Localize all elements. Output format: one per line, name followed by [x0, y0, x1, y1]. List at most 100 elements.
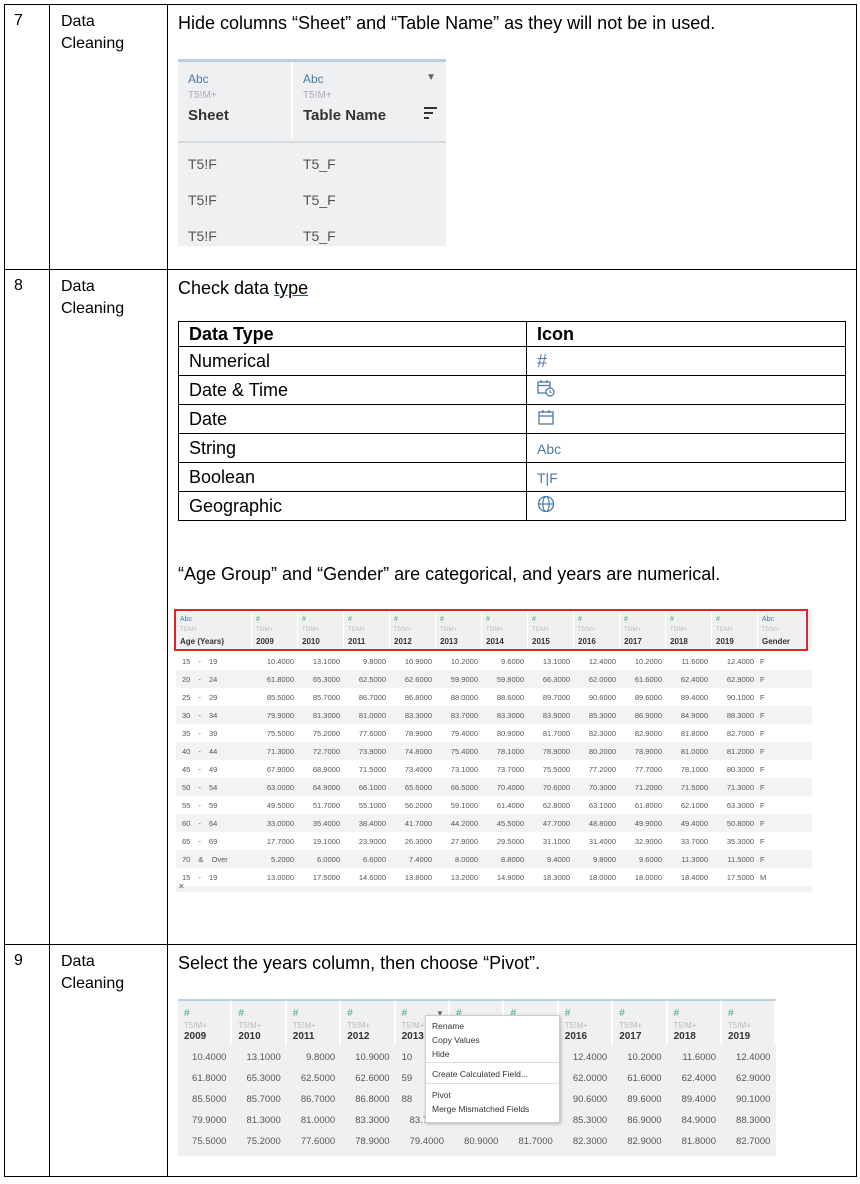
table-cell: 12.4000 [726, 657, 754, 666]
table-cell: 12.4000 [588, 657, 616, 666]
table-cell: 78.9000 [355, 1136, 390, 1147]
table-cell: 10.4000 [192, 1052, 227, 1063]
source-label: T5!M+ [673, 1021, 697, 1030]
step-category: Data Cleaning [61, 953, 125, 992]
close-icon[interactable]: ✕ [178, 882, 185, 891]
table-cell: 14.6000 [358, 873, 386, 882]
number-type-icon: # [238, 1008, 244, 1019]
menu-item-copy-values[interactable]: Copy Values [432, 1035, 480, 1045]
data-type-table: Data Type Icon Numerical # Date & Time D… [178, 321, 846, 521]
table-cell: 75.5000 [266, 729, 294, 738]
table-cell: 86.8000 [404, 693, 432, 702]
step-number: 9 [14, 952, 23, 969]
step-row-9: 9 Data Cleaning Select the years column,… [4, 944, 857, 1177]
table-cell: 18.0000 [634, 873, 662, 882]
table-cell: 32.9000 [634, 837, 662, 846]
chevron-down-icon[interactable]: ▼ [426, 72, 436, 83]
source-label: T5!M+ [564, 1021, 588, 1030]
menu-item-rename[interactable]: Rename [432, 1021, 464, 1031]
table-cell: 79.4000 [409, 1136, 444, 1147]
table-cell: 88.6000 [496, 693, 524, 702]
table-cell: 6.6000 [363, 855, 386, 864]
table-cell: F [760, 729, 765, 738]
table-cell: 49.4000 [680, 819, 708, 828]
column-header[interactable]: # T5!M+ 2012 [341, 1001, 396, 1045]
table-row: 70 & Over 5.2000 6.0000 6.6000 7.4000 8.0000 8… [176, 850, 812, 868]
number-type-icon: # [728, 1008, 734, 1019]
menu-item-merge-mismatched-fields[interactable]: Merge Mismatched Fields [432, 1104, 529, 1114]
table-cell: 10.2000 [450, 657, 478, 666]
step-number-cell: 7 [5, 5, 50, 269]
data-grid-preview: Abc T5!M+ Age (Years) # T5!M+ 2009 # T5!M+ 2010 #… [176, 610, 812, 892]
table-cell: 66.1000 [358, 783, 386, 792]
table-cell: 89.6000 [627, 1094, 662, 1105]
table-cell: 70 & Over [182, 855, 228, 864]
table-cell: 77.6000 [300, 1136, 336, 1147]
table-cell: 9.8000 [363, 657, 386, 666]
source-label: T5!M+ [619, 1021, 643, 1030]
instruction-text: Check data [178, 278, 275, 298]
table-cell: T5_F [303, 228, 336, 244]
table-cell: 13.8000 [404, 873, 432, 882]
column-header[interactable]: # T5!M+ 2019 [722, 1001, 776, 1045]
menu-item-create-calculated-field[interactable]: Create Calculated Field... [432, 1069, 528, 1079]
column-header[interactable]: # T5!M+ 2016 [559, 1001, 614, 1045]
table-cell: 44.2000 [450, 819, 478, 828]
column-header[interactable]: # T5!M+ 2011 [287, 1001, 342, 1045]
string-type-icon: Abc [188, 72, 209, 86]
type-name: Date [178, 404, 527, 434]
table-cell: 13.0000 [266, 873, 294, 882]
table-cell: 86.8000 [355, 1094, 390, 1105]
table-cell: F [760, 783, 765, 792]
table-cell: 64.5000 [390, 891, 432, 892]
source-label: T5!M+ [401, 1021, 425, 1030]
table-cell: T5!F [188, 192, 217, 208]
table-cell: T5!F [188, 228, 217, 244]
menu-item-hide[interactable]: Hide [432, 1049, 449, 1059]
datetime-icon [526, 375, 846, 405]
table-row: 35 - 39 75.5000 75.2000 77.6000 78.9000 79.40… [176, 724, 812, 742]
column-header-sheet[interactable]: Abc T5!M+ Sheet [178, 62, 293, 138]
column-header[interactable]: # T5!M+ 2010 [232, 1001, 287, 1045]
table-row: 25 - 29 85.5000 85.7000 86.7000 86.8000 88.00… [176, 688, 812, 706]
table-cell: 13.2000 [450, 873, 478, 882]
table-cell: 78.9000 [542, 747, 570, 756]
table-cell: 63.3000 [344, 891, 386, 892]
table-cell: 63.1000 [588, 801, 616, 810]
menu-divider [426, 1083, 559, 1084]
table-cell: 71.5000 [680, 783, 708, 792]
sort-icon[interactable] [424, 106, 437, 119]
table-cell: 9.4000 [547, 855, 570, 864]
step-category-cell: Data Cleaning [50, 5, 168, 269]
table-cell: 83.9000 [542, 711, 570, 720]
column-header[interactable]: # T5!M+ 2017 [613, 1001, 668, 1045]
table-cell: 35.3000 [726, 837, 754, 846]
table-cell: 45.5000 [496, 819, 524, 828]
table-cell: 89.4000 [680, 693, 708, 702]
step-category: Data Cleaning [61, 13, 125, 52]
table-row: 50 - 54 63.0000 64.9000 66.1000 65.6000 66.50… [176, 778, 812, 796]
table-cell: 62.5000 [358, 675, 386, 684]
table-cell: 60 - 64 [182, 819, 218, 828]
column-header[interactable]: # T5!M+ 2009 [178, 1001, 233, 1045]
column-header[interactable]: # T5!M+ 2018 [668, 1001, 722, 1045]
table-cell: 17.5000 [726, 873, 754, 882]
table-cell: 65.2000 [252, 891, 294, 892]
table-cell: 62.1000 [680, 801, 708, 810]
table-cell: 81.3000 [246, 1115, 281, 1126]
table-cell: 73.1000 [450, 765, 478, 774]
table-cell: 82.3000 [572, 1136, 608, 1147]
table-cell: 66.5000 [450, 783, 478, 792]
table-cell: 40 - 44 [182, 747, 218, 756]
type-name: Boolean [178, 462, 527, 492]
menu-item-pivot[interactable]: Pivot [432, 1090, 451, 1100]
table-cell: 41.7000 [404, 819, 432, 828]
table-cell: 60.3000 [666, 891, 708, 892]
table-cell: 67.9000 [266, 765, 294, 774]
table-cell: 62.7000 [620, 891, 662, 892]
step-number: 8 [14, 277, 23, 294]
table-cell: 81.8000 [680, 729, 708, 738]
table-cell: 63.3000 [726, 801, 754, 810]
table-cell: 88.0000 [450, 693, 478, 702]
column-header-table-name[interactable]: Abc T5!M+ Table Name ▼ [293, 62, 446, 138]
